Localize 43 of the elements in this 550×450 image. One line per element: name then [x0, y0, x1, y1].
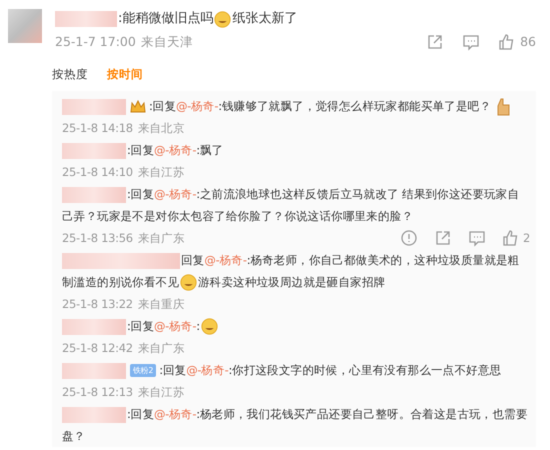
smiley-emoji-icon — [214, 10, 232, 28]
like-count: 86 — [520, 33, 536, 51]
fan-badge: 铁粉2 — [130, 364, 156, 378]
blurred-username — [62, 406, 126, 423]
reply-text: 铁粉2 :回复@-杨奇-:你打这段文字的时候，心里有没有那么一点不好意思 — [62, 359, 530, 381]
reply-location: 来自广东 — [138, 230, 185, 247]
reply-text: :回复@-杨奇-:杨老师，我们花钱买产品还要自己整呀。合着这是古玩，也需要盘？ — [62, 406, 528, 445]
report-icon[interactable] — [400, 229, 418, 247]
reply-location: 来自重庆 — [138, 296, 185, 313]
comment-icon[interactable] — [462, 33, 480, 52]
comment-icon[interactable] — [468, 229, 486, 247]
reply-text: 回复@-杨奇-:杨奇老师，你自己都做美术的，这种垃圾质量就是粗制滥造的别说你看不见 游科卖这种垃圾周边就是砸自家招牌 — [62, 249, 530, 293]
reply-location: 来自江苏 — [138, 384, 185, 401]
comment-date: 25-1-7 17:00 — [55, 33, 136, 51]
sort-tab[interactable]: 按热度 — [52, 66, 88, 83]
blurred-username — [62, 142, 126, 159]
blurred-username — [62, 318, 126, 335]
like-icon[interactable] — [502, 229, 520, 247]
reply-date: 25-1-8 13:56 — [62, 230, 133, 247]
blurred-username — [62, 362, 126, 379]
reply-text: :回复@-杨奇-:飘了 — [62, 139, 530, 161]
reply-date: 25-1-8 14:18 — [62, 120, 133, 137]
smiley-emoji-icon — [200, 318, 218, 336]
comment-text: :能稍微做旧点吗 纸张太新了 — [55, 9, 536, 29]
reply-text: :回复@-杨奇-:之前流浪地球也这样反馈后立马就改了 结果到你这还要玩家自己弄？玩家是不是对你太包容了给你脸了？你说这话你哪里来的脸？ — [62, 186, 520, 225]
share-icon[interactable] — [434, 229, 452, 247]
like-count: 2 — [522, 230, 530, 247]
blurred-username — [55, 11, 117, 27]
reply-date: 25-1-8 14:10 — [62, 164, 133, 181]
thumbs-up-emoji-icon — [494, 98, 511, 116]
blurred-username — [62, 186, 126, 203]
share-icon[interactable] — [426, 33, 444, 52]
reply-date: 25-1-8 12:13 — [62, 384, 133, 401]
blurred-username — [62, 98, 126, 115]
reply-date: 25-1-8 13:22 — [62, 296, 133, 313]
reply-location: 来自江苏 — [138, 164, 185, 181]
comment-location: 来自天津 — [140, 33, 193, 51]
smiley-emoji-icon — [180, 274, 198, 292]
reply-text: :回复@-杨奇-:钱赚够了就飘了，觉得怎么样玩家都能买单了是吧？ — [62, 95, 530, 117]
reply-text: :回复@-杨奇-: — [62, 315, 530, 337]
reply-date: 25-1-8 12:42 — [62, 340, 133, 357]
reply-location: 来自北京 — [138, 120, 185, 137]
reply-location: 来自广东 — [138, 340, 185, 357]
